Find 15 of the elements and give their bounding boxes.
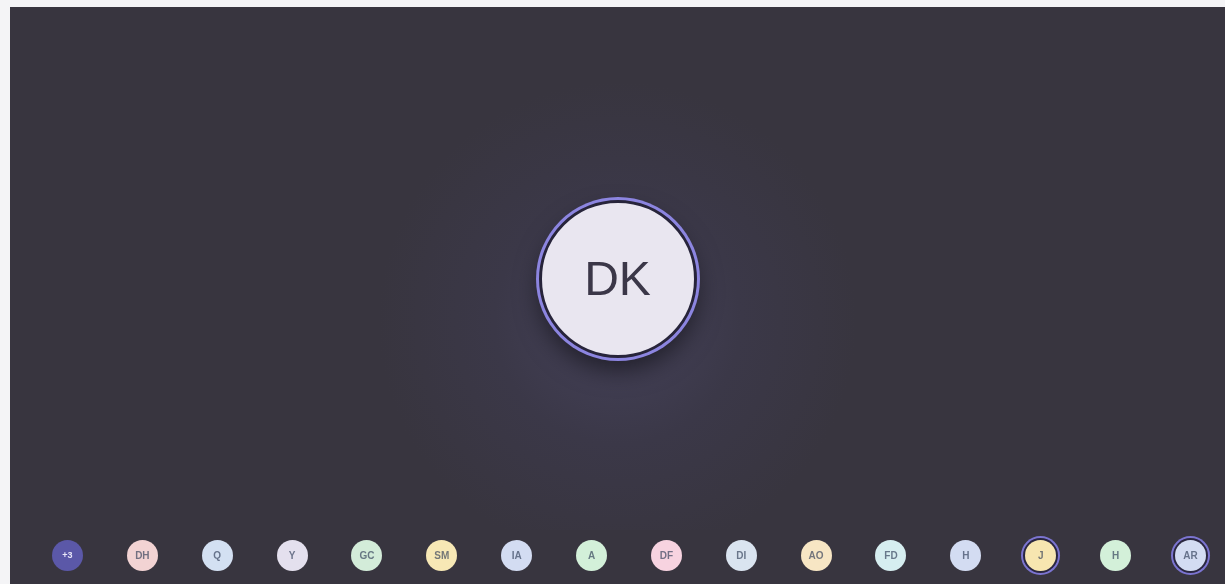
avatar[interactable]: Y (276, 540, 308, 571)
avatar[interactable]: Q (201, 540, 233, 571)
overflow-count-badge[interactable]: +3 (52, 540, 83, 571)
avatar[interactable]: IA (501, 540, 533, 571)
avatar[interactable]: H (1100, 540, 1132, 571)
avatar[interactable]: GC (351, 540, 383, 571)
avatar[interactable]: AO (800, 540, 832, 571)
avatar[interactable]: DH (126, 540, 158, 571)
main-avatar: DK (538, 199, 697, 358)
avatar[interactable]: H (950, 540, 982, 571)
avatar[interactable]: DI (725, 540, 757, 571)
avatar[interactable]: A (576, 540, 607, 571)
avatar[interactable]: DF (650, 540, 682, 571)
avatar[interactable]: FD (875, 540, 907, 571)
avatar[interactable]: SM (426, 540, 458, 571)
